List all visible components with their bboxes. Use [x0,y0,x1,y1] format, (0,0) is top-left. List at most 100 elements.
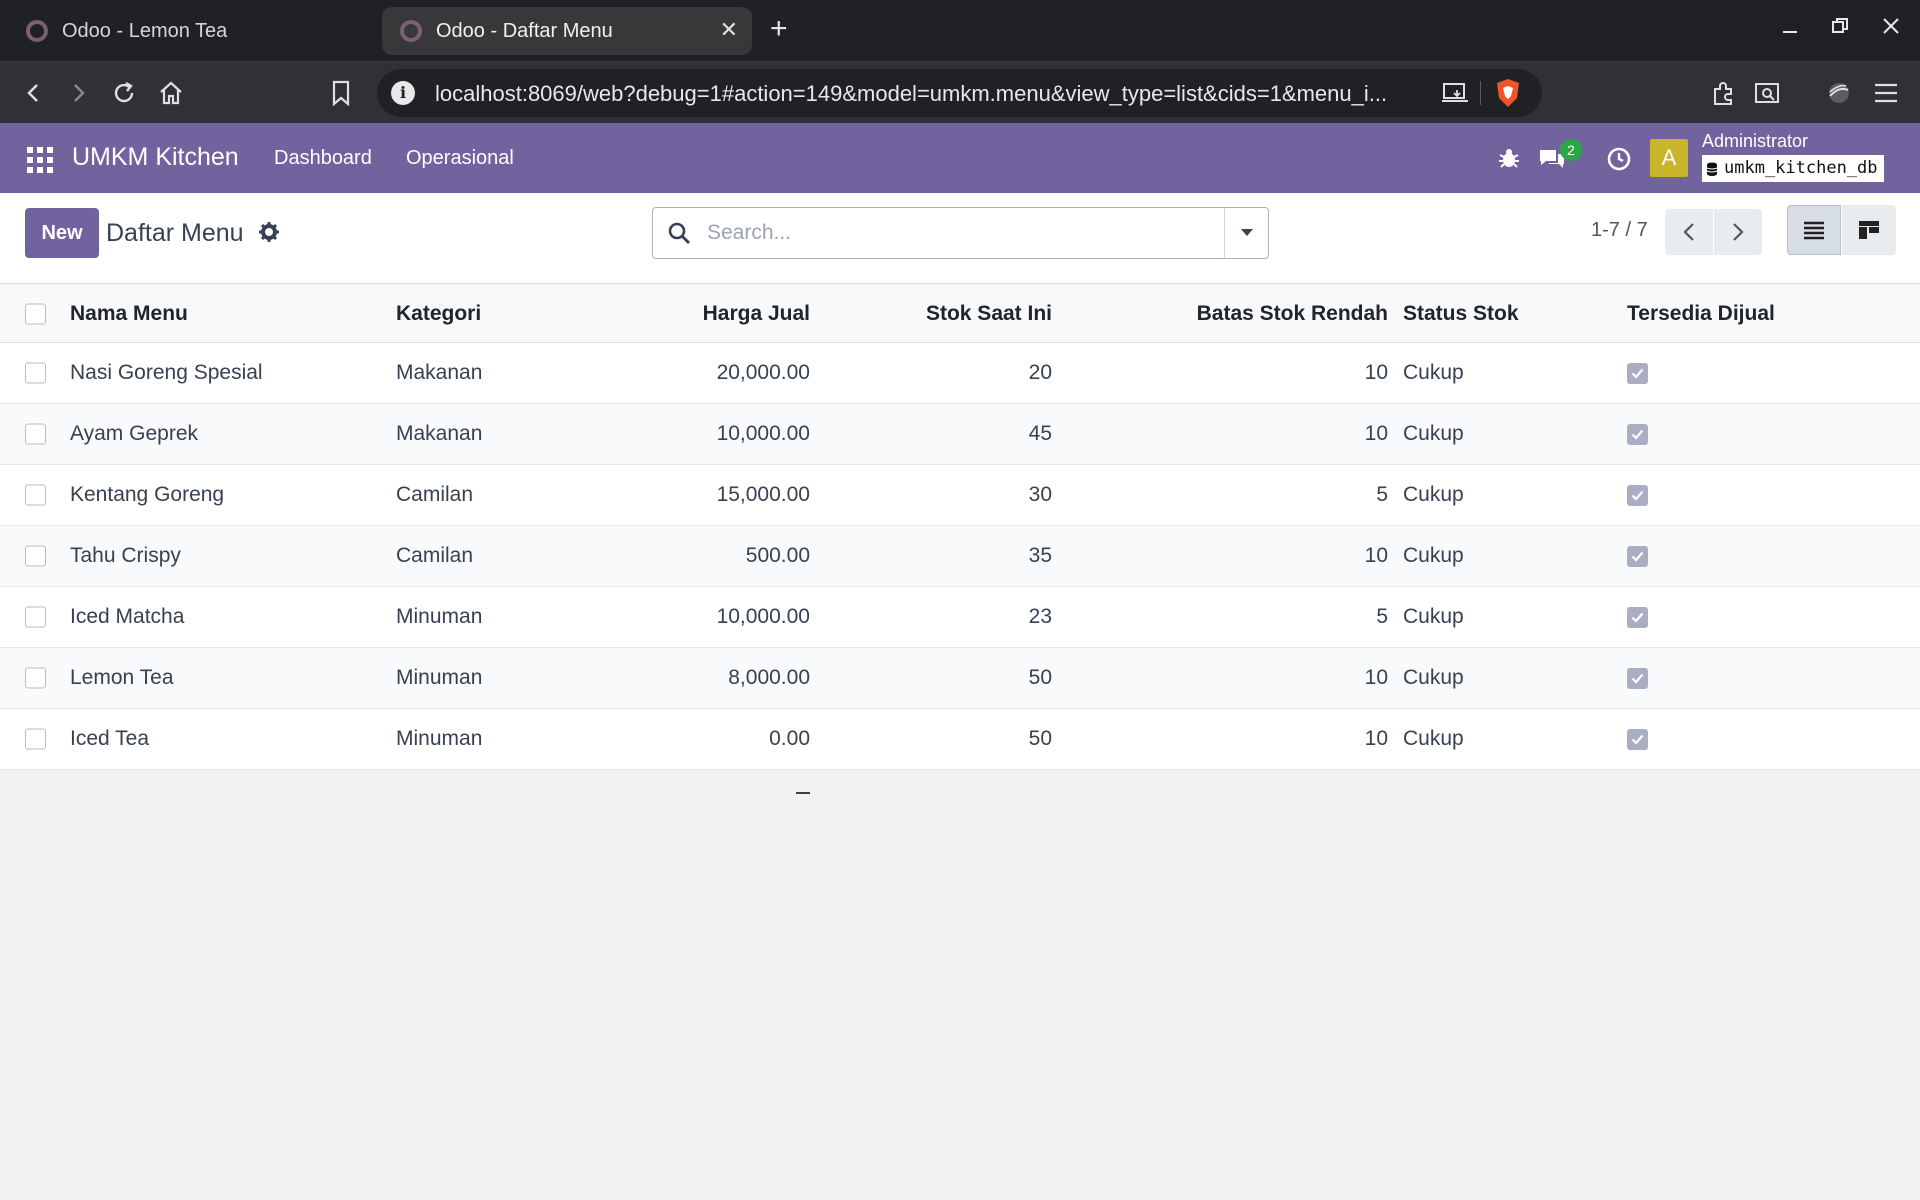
cell-harga-jual: 20,000.00 [716,361,810,384]
leo-ai-icon[interactable] [1822,76,1856,110]
database-icon [1706,162,1718,176]
cell-batas-stok-rendah: 10 [1364,544,1388,567]
row-select-checkbox[interactable] [25,484,46,506]
close-icon[interactable]: ✕ [720,19,738,41]
cell-batas-stok-rendah: 10 [1364,727,1388,750]
row-select-checkbox[interactable] [25,362,46,384]
page-title[interactable]: Daftar Menu [106,219,244,248]
pager-value[interactable]: 1-7 / 7 [1591,219,1648,242]
restore-icon[interactable] [1830,14,1850,44]
close-window-icon[interactable] [1881,14,1901,44]
cell-harga-jual: 10,000.00 [716,422,810,445]
reading-view-icon[interactable] [1750,76,1784,110]
cell-harga-jual: 8,000.00 [728,666,810,689]
column-header-tersedia-dijual[interactable]: Tersedia Dijual [1627,285,1877,342]
forward-icon[interactable] [61,76,95,110]
new-button[interactable]: New [25,208,99,258]
cell-stok-saat-ini: 50 [1028,666,1052,689]
cell-nama-menu: Ayam Geprek [70,422,198,445]
kanban-view-icon [1859,221,1879,239]
back-icon[interactable] [17,76,51,110]
list-view-button[interactable] [1787,205,1841,255]
minimize-icon[interactable] [1780,14,1800,44]
column-header-status-stok[interactable]: Status Stok [1403,285,1603,342]
extensions-icon[interactable] [1706,76,1740,110]
column-header-nama-menu[interactable]: Nama Menu [70,285,370,342]
new-tab-icon[interactable]: + [770,14,788,44]
menu-dashboard[interactable]: Dashboard [274,147,372,170]
cell-tersedia-dijual [1627,465,1877,525]
table-row[interactable]: Tahu Crispy Camilan 500.00 35 10 Cukup [0,526,1920,587]
activity-clock-icon[interactable] [1606,146,1632,177]
cell-tersedia-dijual [1627,343,1877,403]
cell-tersedia-dijual [1627,587,1877,647]
cell-tersedia-dijual [1627,404,1877,464]
kanban-view-button[interactable] [1842,205,1896,255]
cell-status-stok: Cukup [1403,422,1464,445]
install-app-icon[interactable] [1442,82,1468,109]
column-header-stok-saat-ini[interactable]: Stok Saat Ini [830,285,1052,342]
cell-batas-stok-rendah: 10 [1364,422,1388,445]
cell-tersedia-dijual [1627,709,1877,769]
cell-status-stok: Cukup [1403,483,1464,506]
list-view-icon [1804,221,1824,240]
menu-icon[interactable] [1869,76,1903,110]
column-header-harga-jual[interactable]: Harga Jual [600,285,810,342]
browser-tab-daftar-menu[interactable]: Odoo - Daftar Menu ✕ [382,7,752,55]
tersedia-checkbox[interactable] [1627,484,1648,506]
table-row[interactable]: Iced Matcha Minuman 10,000.00 23 5 Cukup [0,587,1920,648]
search-options-toggle[interactable] [1224,208,1268,258]
chevron-left-icon [1683,223,1694,241]
row-select-checkbox[interactable] [25,606,46,628]
column-header-kategori[interactable]: Kategori [396,285,596,342]
url-text[interactable]: localhost:8069/web?debug=1#action=149&mo… [435,81,1435,107]
browser-tab-lemon-tea[interactable]: Odoo - Lemon Tea [10,7,370,55]
tersedia-checkbox[interactable] [1627,667,1648,689]
table-row[interactable]: Lemon Tea Minuman 8,000.00 50 10 Cukup [0,648,1920,709]
bookmark-icon[interactable] [324,76,358,110]
row-select-checkbox[interactable] [25,728,46,750]
tersedia-checkbox[interactable] [1627,423,1648,445]
tersedia-checkbox[interactable] [1627,728,1648,750]
database-badge: umkm_kitchen_db [1702,155,1884,182]
table-row[interactable]: Nasi Goreng Spesial Makanan 20,000.00 20… [0,343,1920,404]
tersedia-checkbox[interactable] [1627,545,1648,567]
user-name[interactable]: Administrator [1702,131,1808,152]
row-select-checkbox[interactable] [25,423,46,445]
table-row[interactable]: Ayam Geprek Makanan 10,000.00 45 10 Cuku… [0,404,1920,465]
pager-previous-button[interactable] [1665,209,1713,255]
table-row[interactable]: Iced Tea Minuman 0.00 50 10 Cukup [0,709,1920,770]
column-header-batas-stok-rendah[interactable]: Batas Stok Rendah [1060,285,1388,342]
cell-nama-menu: Iced Matcha [70,605,185,628]
table-header: Nama Menu Kategori Harga Jual Stok Saat … [0,285,1920,343]
site-info-icon[interactable]: i [391,81,415,105]
debug-bug-icon[interactable] [1497,146,1521,175]
tersedia-checkbox[interactable] [1627,362,1648,384]
row-select-checkbox[interactable] [25,667,46,689]
cell-nama-menu: Iced Tea [70,727,150,750]
select-all-checkbox[interactable] [25,303,46,324]
tersedia-checkbox[interactable] [1627,606,1648,628]
cell-status-stok: Cukup [1403,666,1464,689]
cell-kategori: Minuman [396,727,483,750]
search-input[interactable] [707,218,1197,248]
app-brand[interactable]: UMKM Kitchen [72,143,239,172]
brave-shields-icon[interactable] [1495,78,1521,113]
pager-next-button[interactable] [1714,209,1762,255]
row-select-checkbox[interactable] [25,545,46,567]
cell-kategori: Camilan [396,544,474,567]
table-row[interactable]: Kentang Goreng Camilan 15,000.00 30 5 Cu… [0,465,1920,526]
address-separator [1480,81,1481,105]
menu-operasional[interactable]: Operasional [406,147,514,170]
cell-stok-saat-ini: 45 [1028,422,1052,445]
app-menu-grid-icon[interactable] [27,147,53,173]
cell-batas-stok-rendah: 5 [1376,483,1388,506]
home-icon[interactable] [154,76,188,110]
cell-status-stok: Cukup [1403,605,1464,628]
user-avatar[interactable]: A [1650,139,1688,177]
cell-batas-stok-rendah: 10 [1364,361,1388,384]
reload-icon[interactable] [107,76,141,110]
gear-icon[interactable] [258,221,280,248]
address-bar[interactable]: i localhost:8069/web?debug=1#action=149&… [377,69,1542,117]
cell-batas-stok-rendah: 5 [1376,605,1388,628]
